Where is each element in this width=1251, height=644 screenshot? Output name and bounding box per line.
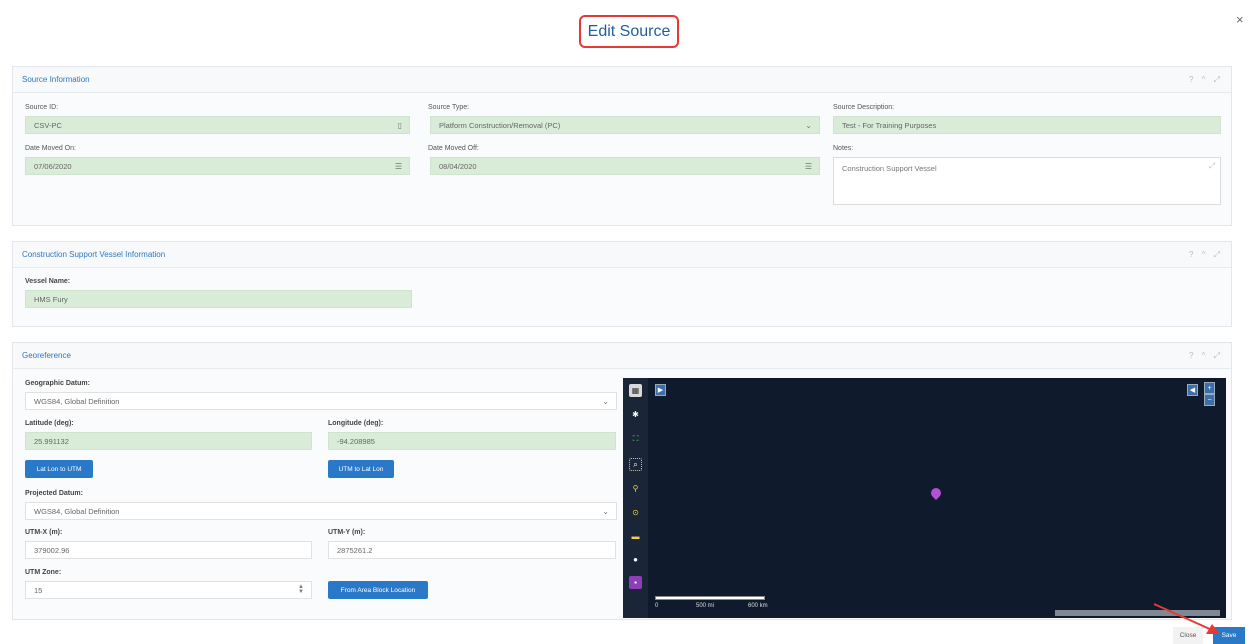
stepper-arrows-icon[interactable]: ▲ ▼	[298, 584, 304, 595]
longitude-value: -94.208985	[337, 436, 375, 446]
source-description-field[interactable]: Test - For Training Purposes	[833, 116, 1221, 134]
utm-x-field[interactable]: 379002.96	[25, 541, 312, 559]
utm-zone-label: UTM Zone:	[25, 569, 62, 576]
date-moved-off-label: Date Moved Off:	[428, 145, 479, 152]
annotation-arrow	[1153, 603, 1220, 634]
dialog-title: Edit Source	[579, 15, 679, 48]
expand-toolbar-icon[interactable]: ▶	[655, 384, 666, 396]
source-description-value: Test - For Training Purposes	[842, 120, 937, 130]
chevron-down-icon: ⌄	[805, 121, 812, 130]
source-information-header: Source Information ? ^ ⤢	[13, 67, 1231, 93]
latitude-label: Latitude (deg):	[25, 420, 74, 427]
projected-datum-select[interactable]: WGS84, Global Definition ⌄	[25, 502, 617, 520]
scale-label: 600 km	[748, 603, 768, 609]
source-type-select[interactable]: Platform Construction/Removal (PC) ⌄	[430, 116, 820, 134]
search-location-icon[interactable]: ⊙	[629, 506, 642, 519]
source-type-label: Source Type:	[428, 104, 470, 111]
chevron-down-icon: ⌄	[602, 507, 609, 516]
panel-tools[interactable]: ? ^ ⤢	[1189, 75, 1223, 85]
utm-zone-stepper[interactable]: 15 ▲ ▼	[25, 581, 312, 599]
geographic-datum-label: Geographic Datum:	[25, 380, 90, 387]
measure-icon[interactable]: ▬	[629, 530, 642, 543]
utm-y-value: 2875261.2	[337, 545, 373, 555]
utm-y-label: UTM-Y (m):	[328, 529, 366, 536]
zoom-in-icon[interactable]: +	[1204, 382, 1215, 394]
layers-icon[interactable]: ▦	[629, 384, 642, 397]
calendar-icon[interactable]: ☰	[395, 162, 402, 171]
panel-tools[interactable]: ? ^ ⤢	[1189, 351, 1223, 361]
geographic-datum-value: WGS84, Global Definition	[34, 396, 120, 406]
date-moved-off-value: 08/04/2020	[439, 161, 477, 171]
georeference-header: Georeference ? ^ ⤢	[13, 343, 1231, 369]
vessel-name-label: Vessel Name:	[25, 278, 71, 285]
panel-tools[interactable]: ? ^ ⤢	[1189, 250, 1223, 260]
clipboard-icon[interactable]: ▯	[398, 121, 402, 130]
collapse-icon[interactable]: ◀	[1187, 384, 1198, 396]
locate-icon[interactable]: ⚲	[629, 482, 642, 495]
date-moved-on-field[interactable]: 07/06/2020 ☰	[25, 157, 410, 175]
latitude-value: 25.991132	[34, 436, 69, 446]
scale-label: 0	[655, 603, 659, 609]
vessel-information-panel: Construction Support Vessel Information …	[12, 241, 1232, 327]
vessel-information-header: Construction Support Vessel Information …	[13, 242, 1231, 268]
longitude-field[interactable]: -94.208985	[328, 432, 616, 450]
chevron-down-icon: ⌄	[602, 397, 609, 406]
panel-title: Georeference	[22, 351, 71, 360]
scale-bar	[655, 596, 765, 600]
source-id-field[interactable]: CSV-PC ▯	[25, 116, 410, 134]
from-area-block-location-button[interactable]: From Area Block Location	[328, 581, 428, 599]
date-moved-on-label: Date Moved On:	[25, 145, 76, 152]
panel-title: Source Information	[22, 75, 90, 84]
notes-label: Notes:	[833, 145, 854, 152]
scale-label: 500 mi	[696, 603, 715, 609]
utm-zone-value: 15	[34, 585, 43, 595]
zoom-out-icon[interactable]: −	[1204, 394, 1215, 406]
zoom-box-icon[interactable]: ⌕	[629, 458, 642, 471]
resize-icon[interactable]: ⤢	[1209, 161, 1215, 171]
extent-icon[interactable]: ⛶	[629, 432, 642, 445]
notes-textarea[interactable]: Construction Support Vessel ⤢	[833, 157, 1221, 205]
purple-marker-icon[interactable]: ▪	[629, 576, 642, 589]
vessel-name-value: HMS Fury	[34, 294, 68, 304]
projected-datum-label: Projected Datum:	[25, 490, 83, 497]
notes-value: Construction Support Vessel	[842, 164, 937, 173]
location-marker-icon[interactable]	[928, 485, 944, 501]
longitude-label: Longitude (deg):	[328, 420, 384, 427]
vessel-name-field[interactable]: HMS Fury	[25, 290, 412, 308]
geographic-datum-select[interactable]: WGS84, Global Definition ⌄	[25, 392, 617, 410]
projected-datum-value: WGS84, Global Definition	[34, 506, 120, 516]
utm-x-value: 379002.96	[34, 545, 70, 555]
utm-y-field[interactable]: 2875261.2	[328, 541, 616, 559]
close-icon[interactable]: ×	[1236, 12, 1244, 27]
date-moved-off-field[interactable]: 08/04/2020 ☰	[430, 157, 820, 175]
source-id-value: CSV-PC	[34, 120, 62, 130]
source-id-label: Source ID:	[25, 104, 59, 111]
latlon-to-utm-button[interactable]: Lat Lon to UTM	[25, 460, 93, 478]
date-moved-on-value: 07/06/2020	[34, 161, 72, 171]
point-icon[interactable]: ●	[629, 553, 642, 566]
utm-to-latlon-button[interactable]: UTM to Lat Lon	[328, 460, 394, 478]
panel-title: Construction Support Vessel Information	[22, 250, 166, 259]
source-description-label: Source Description:	[833, 104, 895, 111]
pointer-icon[interactable]: ✱	[629, 408, 642, 421]
latitude-field[interactable]: 25.991132	[25, 432, 312, 450]
utm-x-label: UTM-X (m):	[25, 529, 63, 536]
map-view[interactable]: ▦ ✱ ⛶ ⌕ ⚲ ⊙ ▬ ● ▪ ▶ ◀ + − 0 500 mi 600 k…	[623, 378, 1226, 618]
calendar-icon[interactable]: ☰	[805, 162, 812, 171]
source-type-value: Platform Construction/Removal (PC)	[439, 120, 561, 130]
